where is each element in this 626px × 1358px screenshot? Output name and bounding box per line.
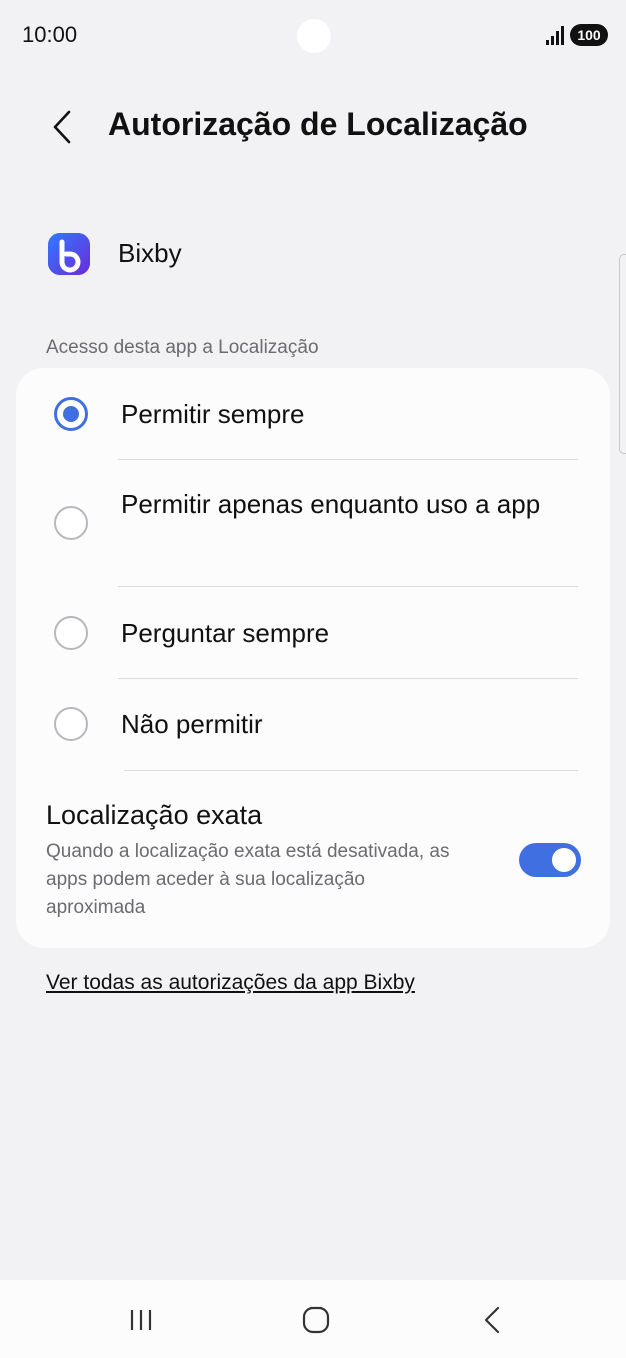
app-name: Bixby [118,238,182,268]
status-bar: 10:00 100 [0,0,626,72]
section-label: Acesso desta app a Localização [46,337,319,358]
exact-location-description: Quando a localização exata está desativa… [46,841,450,918]
option-ask-always[interactable]: Perguntar sempre [16,587,610,679]
battery-icon: 100 [570,24,608,46]
exact-location-toggle[interactable] [519,843,581,877]
camera-cutout [297,19,331,53]
radio-unselected-icon[interactable] [54,707,88,741]
option-label: Permitir sempre [121,399,305,429]
back-nav-button[interactable] [462,1298,522,1342]
radio-unselected-icon[interactable] [54,616,88,650]
option-label: Perguntar sempre [121,618,330,648]
chevron-left-icon [53,110,71,144]
scroll-indicator[interactable] [619,254,626,454]
home-button[interactable] [286,1298,346,1342]
recents-button[interactable] [111,1298,171,1342]
home-icon [302,1306,330,1334]
navigation-bar [0,1280,626,1358]
status-time: 10:00 [22,22,78,47]
option-allow-while-using[interactable]: Permitir apenas enquanto uso a app [16,460,610,586]
signal-icon [546,26,564,45]
option-label: Não permitir [121,709,263,739]
divider [124,770,578,771]
radio-unselected-icon[interactable] [54,506,88,540]
all-permissions-link[interactable]: Ver todas as autorizações da app Bixby [46,971,415,995]
back-icon [484,1306,500,1334]
radio-selected-icon[interactable] [54,397,88,431]
location-access-card: Permitir sempre Permitir apenas enquanto… [16,368,610,948]
option-deny[interactable]: Não permitir [16,679,610,771]
page-title: Autorização de Localização [108,106,528,142]
option-allow-always[interactable]: Permitir sempre [16,368,610,460]
recents-icon [130,1310,152,1330]
bixby-app-icon [48,233,90,275]
option-label: Permitir apenas enquanto uso a app [121,489,541,519]
back-button[interactable] [40,104,84,150]
exact-location-title: Localização exata [46,800,263,830]
toggle-knob [552,848,576,872]
